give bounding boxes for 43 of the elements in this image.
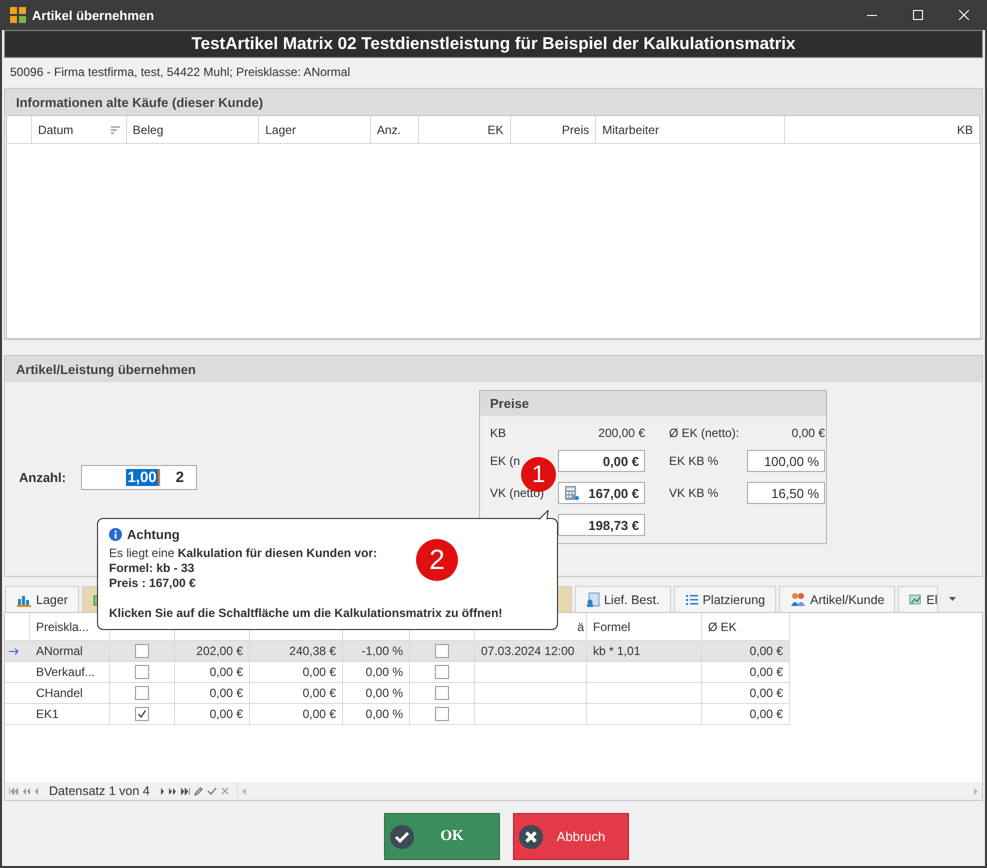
table-cell: 0,00 % [366,686,403,700]
table-cell: ANormal [36,644,83,658]
table-cell: 0,00 € [210,707,243,721]
table-cell: 0,00 € [750,644,783,658]
table-cell: BVerkauf... [36,665,95,679]
field-label: EK (n [490,454,522,468]
table-cell: 0,00 % [366,665,403,679]
field-label: EK KB % [669,454,720,468]
price-value: 200,00 € [597,426,645,440]
tooltip-text: Es liegt eine Kalkulation für diesen Kunden vor: [109,546,378,561]
quantity-label: Anzahl: [19,470,67,485]
article-title: TestArtikel Matrix 02 Testdienstleistung für Beispiel der Kalkulationsmatrix [4,30,983,58]
table-cell: 0,00 € [210,665,243,679]
group-title: Preise [490,396,530,411]
table-cell: kb * 1,01 [593,644,640,658]
window-title: Artikel übernehmen [32,8,156,22]
table-cell: -1,00 % [362,644,403,658]
table-cell: 0,00 € [210,686,243,700]
tooltip-text: Klicken Sie auf die Schaltfläche um die Kalkulationsmatrix zu öffnen! [109,606,502,621]
table-cell: 0,00 % [366,707,403,721]
table-cell: 07.03.2024 12:00 [481,644,574,658]
step-marker: 2 [416,539,458,581]
table-cell: 0,00 € [750,707,783,721]
tooltip-title: Achtung [127,527,180,542]
field-label: Ø EK (netto): [669,426,740,440]
panel-title: Artikel/Leistung übernehmen [16,362,196,376]
table-cell: 0,00 € [302,686,336,700]
table-cell: 0,00 € [302,707,336,721]
table-cell: CHandel [36,686,83,700]
record-counter: Datensatz 1 von 4 [49,784,150,798]
field-label: KB [490,426,508,440]
customer-info: 50096 - Firma testfirma, test, 54422 Muhl; Preisklasse: ANormal [10,65,350,79]
tooltip-text: Formel: kb - 33 [109,561,194,576]
table-cell: 240,38 € [289,644,336,658]
panel-title: Informationen alte Käufe (dieser Kunde) [16,94,264,110]
price-value: 0,00 € [790,426,825,440]
table-cell: 202,00 € [196,644,243,658]
table-cell: EK1 [36,707,59,721]
field-label: VK KB % [669,486,720,500]
tooltip-text: Preis : 167,00 € [109,576,196,591]
table-cell: 0,00 € [302,665,336,679]
table-cell: 0,00 € [750,686,783,700]
table-cell: 0,00 € [750,665,783,679]
